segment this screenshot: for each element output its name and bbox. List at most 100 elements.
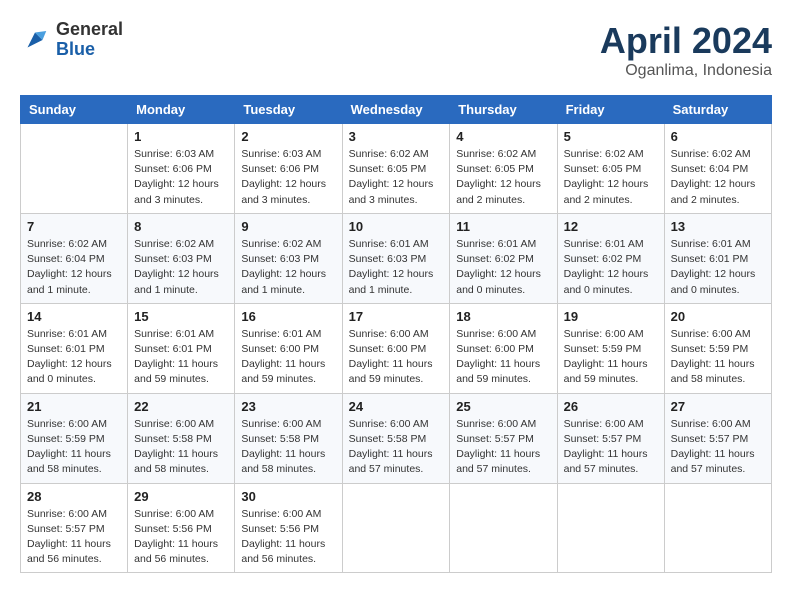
week-row-1: 7Sunrise: 6:02 AMSunset: 6:04 PMDaylight… xyxy=(21,213,772,303)
week-row-0: 1Sunrise: 6:03 AMSunset: 6:06 PMDaylight… xyxy=(21,124,772,214)
day-info: Sunrise: 6:02 AMSunset: 6:03 PMDaylight:… xyxy=(134,237,228,298)
calendar-cell: 14 Sunrise: 6:01 AMSunset: 6:01 PMDayligh… xyxy=(21,303,128,393)
day-number: 5 xyxy=(564,129,658,144)
calendar-cell: 23 Sunrise: 6:00 AMSunset: 5:58 PMDayligh… xyxy=(235,393,342,483)
calendar-table: SundayMondayTuesdayWednesdayThursdayFrid… xyxy=(20,95,772,573)
day-info: Sunrise: 6:00 AMSunset: 5:57 PMDaylight:… xyxy=(456,417,550,478)
logo-bird-icon xyxy=(20,25,50,55)
calendar-cell: 15 Sunrise: 6:01 AMSunset: 6:01 PMDayligh… xyxy=(128,303,235,393)
day-number: 9 xyxy=(241,219,335,234)
day-info: Sunrise: 6:01 AMSunset: 6:01 PMDaylight:… xyxy=(671,237,765,298)
day-number: 24 xyxy=(349,399,444,414)
calendar-cell: 25 Sunrise: 6:00 AMSunset: 5:57 PMDayligh… xyxy=(450,393,557,483)
day-info: Sunrise: 6:01 AMSunset: 6:01 PMDaylight:… xyxy=(134,327,228,388)
day-info: Sunrise: 6:02 AMSunset: 6:05 PMDaylight:… xyxy=(349,147,444,208)
calendar-cell: 20 Sunrise: 6:00 AMSunset: 5:59 PMDayligh… xyxy=(664,303,771,393)
day-number: 18 xyxy=(456,309,550,324)
day-info: Sunrise: 6:02 AMSunset: 6:05 PMDaylight:… xyxy=(456,147,550,208)
location-text: Oganlima, Indonesia xyxy=(600,62,772,80)
day-info: Sunrise: 6:00 AMSunset: 5:58 PMDaylight:… xyxy=(134,417,228,478)
day-number: 6 xyxy=(671,129,765,144)
calendar-cell xyxy=(664,483,771,573)
page-header: General Blue April 2024 Oganlima, Indone… xyxy=(20,20,772,80)
logo-text: General Blue xyxy=(56,20,123,60)
calendar-cell: 4 Sunrise: 6:02 AMSunset: 6:05 PMDaylight… xyxy=(450,124,557,214)
calendar-cell: 26 Sunrise: 6:00 AMSunset: 5:57 PMDayligh… xyxy=(557,393,664,483)
calendar-cell: 28Sunrise: 6:00 AMSunset: 5:57 PMDayligh… xyxy=(21,483,128,573)
calendar-cell: 16 Sunrise: 6:01 AMSunset: 6:00 PMDayligh… xyxy=(235,303,342,393)
calendar-cell: 13 Sunrise: 6:01 AMSunset: 6:01 PMDayligh… xyxy=(664,213,771,303)
calendar-cell: 6 Sunrise: 6:02 AMSunset: 6:04 PMDaylight… xyxy=(664,124,771,214)
day-info: Sunrise: 6:00 AMSunset: 5:56 PMDaylight:… xyxy=(134,507,228,568)
day-info: Sunrise: 6:01 AMSunset: 6:02 PMDaylight:… xyxy=(564,237,658,298)
day-info: Sunrise: 6:00 AMSunset: 5:59 PMDaylight:… xyxy=(564,327,658,388)
day-number: 29 xyxy=(134,489,228,504)
day-number: 15 xyxy=(134,309,228,324)
header-tuesday: Tuesday xyxy=(235,96,342,124)
day-number: 30 xyxy=(241,489,335,504)
day-number: 3 xyxy=(349,129,444,144)
day-number: 23 xyxy=(241,399,335,414)
day-number: 20 xyxy=(671,309,765,324)
day-number: 17 xyxy=(349,309,444,324)
calendar-cell: 24Sunrise: 6:00 AMSunset: 5:58 PMDayligh… xyxy=(342,393,450,483)
day-number: 27 xyxy=(671,399,765,414)
logo-blue-text: Blue xyxy=(56,40,123,60)
calendar-cell: 30Sunrise: 6:00 AMSunset: 5:56 PMDayligh… xyxy=(235,483,342,573)
day-info: Sunrise: 6:01 AMSunset: 6:01 PMDaylight:… xyxy=(27,327,121,388)
calendar-cell: 7Sunrise: 6:02 AMSunset: 6:04 PMDaylight… xyxy=(21,213,128,303)
day-number: 10 xyxy=(349,219,444,234)
header-sunday: Sunday xyxy=(21,96,128,124)
calendar-cell: 11Sunrise: 6:01 AMSunset: 6:02 PMDayligh… xyxy=(450,213,557,303)
week-row-3: 21Sunrise: 6:00 AMSunset: 5:59 PMDayligh… xyxy=(21,393,772,483)
day-number: 16 xyxy=(241,309,335,324)
calendar-cell: 10 Sunrise: 6:01 AMSunset: 6:03 PMDayligh… xyxy=(342,213,450,303)
header-monday: Monday xyxy=(128,96,235,124)
logo: General Blue xyxy=(20,20,123,60)
header-friday: Friday xyxy=(557,96,664,124)
day-number: 14 xyxy=(27,309,121,324)
week-row-2: 14 Sunrise: 6:01 AMSunset: 6:01 PMDayligh… xyxy=(21,303,772,393)
day-info: Sunrise: 6:01 AMSunset: 6:00 PMDaylight:… xyxy=(241,327,335,388)
calendar-cell: 8 Sunrise: 6:02 AMSunset: 6:03 PMDaylight… xyxy=(128,213,235,303)
calendar-cell: 18 Sunrise: 6:00 AMSunset: 6:00 PMDayligh… xyxy=(450,303,557,393)
day-info: Sunrise: 6:01 AMSunset: 6:02 PMDaylight:… xyxy=(456,237,550,298)
day-number: 4 xyxy=(456,129,550,144)
day-info: Sunrise: 6:02 AMSunset: 6:04 PMDaylight:… xyxy=(27,237,121,298)
calendar-cell: 21Sunrise: 6:00 AMSunset: 5:59 PMDayligh… xyxy=(21,393,128,483)
day-number: 2 xyxy=(241,129,335,144)
calendar-header: SundayMondayTuesdayWednesdayThursdayFrid… xyxy=(21,96,772,124)
header-thursday: Thursday xyxy=(450,96,557,124)
day-info: Sunrise: 6:00 AMSunset: 6:00 PMDaylight:… xyxy=(456,327,550,388)
day-info: Sunrise: 6:00 AMSunset: 5:57 PMDaylight:… xyxy=(564,417,658,478)
day-number: 21 xyxy=(27,399,121,414)
calendar-cell: 5 Sunrise: 6:02 AMSunset: 6:05 PMDaylight… xyxy=(557,124,664,214)
day-info: Sunrise: 6:00 AMSunset: 6:00 PMDaylight:… xyxy=(349,327,444,388)
calendar-cell xyxy=(557,483,664,573)
calendar-cell: 29 Sunrise: 6:00 AMSunset: 5:56 PMDayligh… xyxy=(128,483,235,573)
day-info: Sunrise: 6:02 AMSunset: 6:05 PMDaylight:… xyxy=(564,147,658,208)
day-info: Sunrise: 6:00 AMSunset: 5:59 PMDaylight:… xyxy=(671,327,765,388)
calendar-cell xyxy=(342,483,450,573)
day-number: 28 xyxy=(27,489,121,504)
day-info: Sunrise: 6:00 AMSunset: 5:58 PMDaylight:… xyxy=(241,417,335,478)
day-number: 26 xyxy=(564,399,658,414)
calendar-cell xyxy=(21,124,128,214)
day-number: 13 xyxy=(671,219,765,234)
day-info: Sunrise: 6:03 AMSunset: 6:06 PMDaylight:… xyxy=(134,147,228,208)
calendar-cell: 22 Sunrise: 6:00 AMSunset: 5:58 PMDayligh… xyxy=(128,393,235,483)
day-info: Sunrise: 6:01 AMSunset: 6:03 PMDaylight:… xyxy=(349,237,444,298)
day-info: Sunrise: 6:02 AMSunset: 6:04 PMDaylight:… xyxy=(671,147,765,208)
day-number: 8 xyxy=(134,219,228,234)
calendar-cell: 1Sunrise: 6:03 AMSunset: 6:06 PMDaylight… xyxy=(128,124,235,214)
calendar-cell: 2Sunrise: 6:03 AMSunset: 6:06 PMDaylight… xyxy=(235,124,342,214)
calendar-cell: 3 Sunrise: 6:02 AMSunset: 6:05 PMDaylight… xyxy=(342,124,450,214)
day-number: 22 xyxy=(134,399,228,414)
day-info: Sunrise: 6:02 AMSunset: 6:03 PMDaylight:… xyxy=(241,237,335,298)
calendar-cell: 19 Sunrise: 6:00 AMSunset: 5:59 PMDayligh… xyxy=(557,303,664,393)
header-row: SundayMondayTuesdayWednesdayThursdayFrid… xyxy=(21,96,772,124)
day-number: 25 xyxy=(456,399,550,414)
calendar-cell: 27Sunrise: 6:00 AMSunset: 5:57 PMDayligh… xyxy=(664,393,771,483)
day-number: 19 xyxy=(564,309,658,324)
calendar-body: 1Sunrise: 6:03 AMSunset: 6:06 PMDaylight… xyxy=(21,124,772,573)
